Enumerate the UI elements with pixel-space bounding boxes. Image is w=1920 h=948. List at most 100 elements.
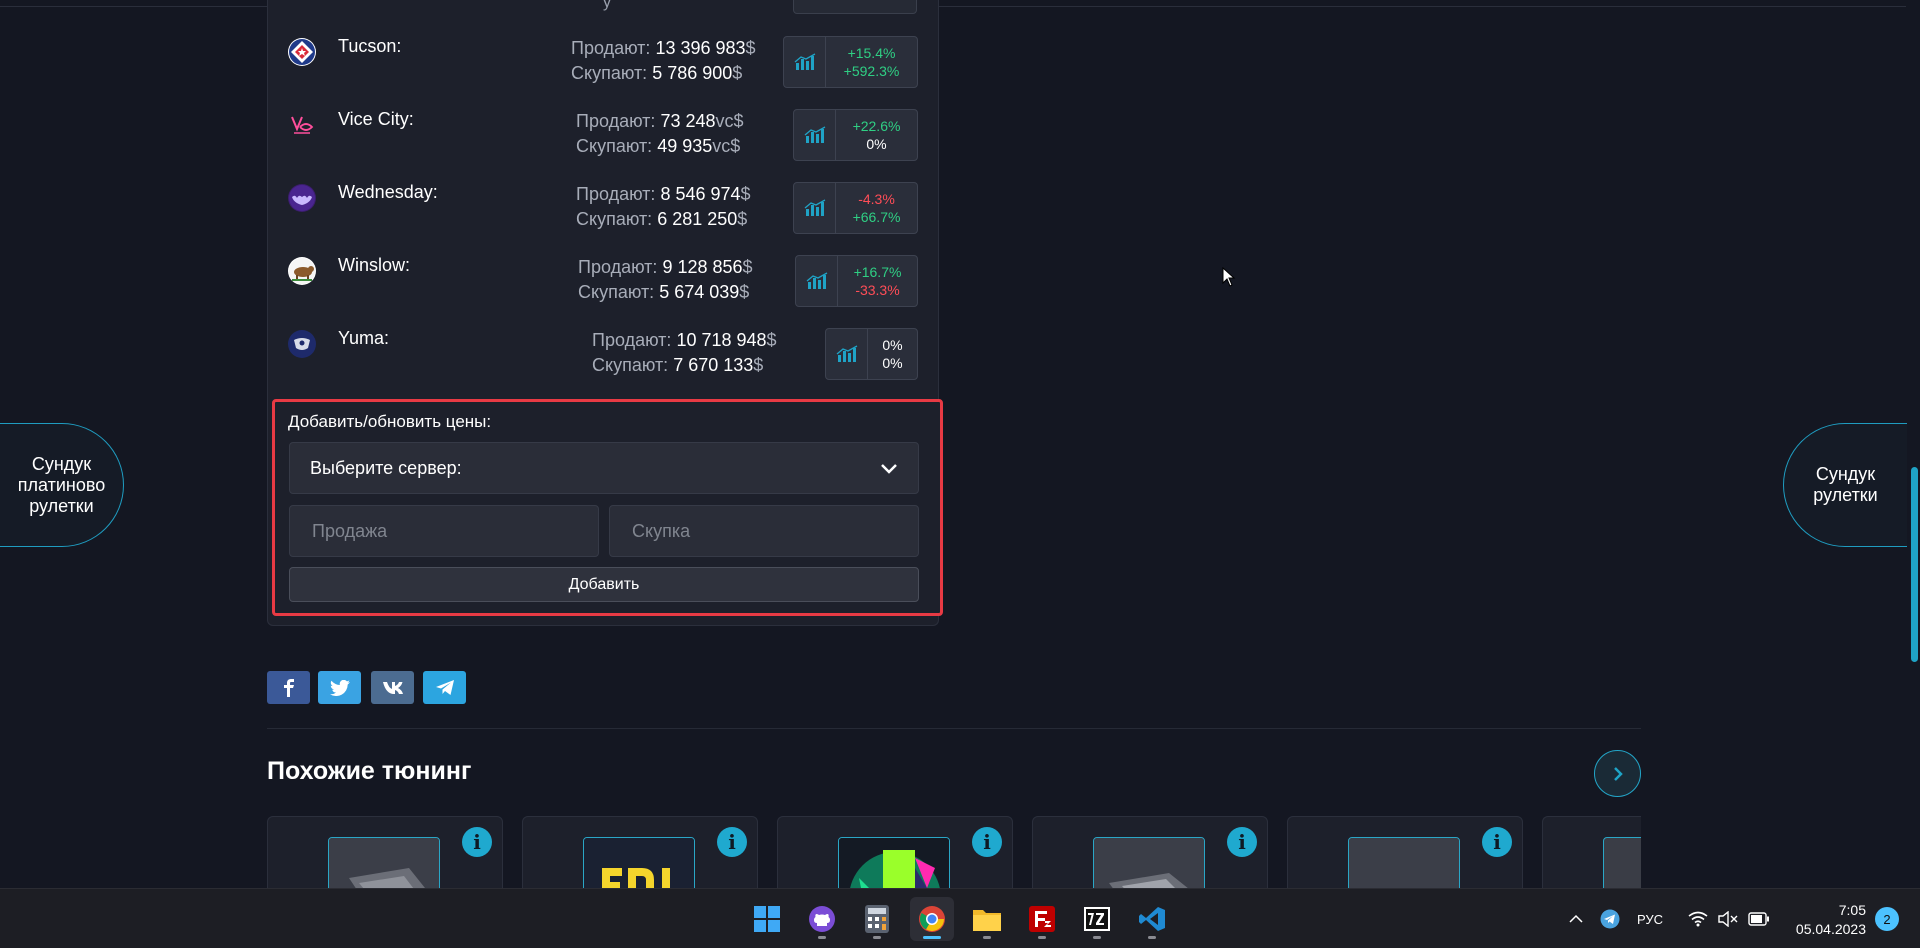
chevron-down-icon [881, 464, 897, 474]
tray-battery[interactable] [1748, 889, 1770, 948]
price-chart-button[interactable]: 0% 0% [825, 328, 918, 380]
chevron-up-icon [1569, 914, 1583, 923]
price-chart-button[interactable]: +22.6% 0% [793, 109, 918, 161]
filezilla-icon [1029, 906, 1055, 932]
running-indicator [1038, 936, 1046, 939]
side-right-label: Сундук рулетки [1813, 464, 1878, 505]
section-divider [267, 728, 1641, 729]
wednesday-bat-icon [288, 184, 316, 212]
info-icon[interactable]: i [1482, 827, 1512, 857]
page-scrollbar[interactable] [1908, 0, 1920, 888]
mouse-cursor-icon [1222, 267, 1236, 287]
notification-badge[interactable]: 2 [1875, 907, 1899, 931]
buy-change: 0% [882, 355, 903, 371]
sell-value: 13 396 983 [655, 38, 746, 58]
taskbar-clock[interactable]: 7:05 05.04.2023 [1786, 901, 1866, 939]
bar-chart-icon [784, 37, 826, 87]
buy-price-input[interactable] [609, 505, 919, 557]
server-name: Winslow: [338, 255, 411, 275]
running-indicator [818, 936, 826, 939]
chevron-right-icon [1613, 766, 1623, 781]
carousel-next-button[interactable] [1594, 750, 1641, 797]
vk-share-button[interactable] [371, 671, 414, 704]
bar-chart-icon [826, 329, 868, 379]
price-chart-button[interactable]: +15.4% +592.3% [783, 36, 918, 88]
price-chart-button[interactable]: -4.3% +66.7% [793, 182, 918, 234]
currency: $ [737, 209, 748, 229]
taskbar-calculator[interactable] [855, 897, 899, 941]
currency: $ [732, 63, 743, 83]
taskbar-filezilla[interactable] [1020, 897, 1064, 941]
buy-change: -33.3% [855, 282, 900, 298]
buy-label: Скупают: [571, 63, 648, 83]
7zip-icon [1084, 907, 1110, 931]
facebook-share-button[interactable] [267, 671, 310, 704]
sell-label: Продают: [571, 38, 651, 58]
start-button[interactable] [745, 897, 789, 941]
folder-icon [973, 910, 1001, 931]
wifi-icon [1688, 911, 1708, 927]
add-price-form: Добавить/обновить цены: Выберите сервер:… [272, 399, 943, 616]
vice-city-logo-icon [288, 111, 316, 139]
vk-icon [382, 681, 403, 694]
server-select[interactable]: Выберите сервер: [289, 442, 919, 494]
currency: $ [740, 184, 751, 204]
running-indicator [873, 936, 881, 939]
tray-volume[interactable] [1718, 889, 1738, 948]
sell-change: 0% [882, 337, 903, 353]
sell-change: +15.4% [847, 45, 896, 61]
currency: $ [745, 38, 756, 58]
buy-label: Скупают: [578, 282, 655, 302]
yuma-seal-icon [288, 330, 316, 358]
cut-off-stat-box[interactable] [793, 0, 917, 14]
info-icon[interactable]: i [1227, 827, 1257, 857]
taskbar-chrome[interactable] [910, 897, 954, 941]
tray-wifi[interactable] [1688, 889, 1708, 948]
server-row-yuma: Yuma: Продают: 10 718 948$ Скупают: 7 67… [268, 328, 938, 401]
buy-change: 0% [866, 136, 887, 152]
taskbar-vscode[interactable] [1130, 897, 1174, 941]
taskbar-file-explorer[interactable] [965, 897, 1009, 941]
server-prices: Продают: 8 546 974$ Скупают: 6 281 250$ [576, 182, 751, 232]
tray-telegram[interactable] [1600, 889, 1620, 948]
facebook-icon [283, 678, 294, 697]
currency: $ [739, 282, 750, 302]
taskbar-github-desktop[interactable] [800, 897, 844, 941]
side-left-label: Сундук платиново рулетки [17, 453, 106, 516]
similar-tuning-title: Похожие тюнинг [267, 757, 472, 785]
info-icon[interactable]: i [462, 827, 492, 857]
currency: $ [742, 257, 753, 277]
add-button[interactable]: Добавить [289, 567, 919, 602]
winslow-bear-icon [288, 257, 316, 285]
twitter-share-button[interactable] [318, 671, 361, 704]
currency: $ [753, 355, 764, 375]
sell-price-input[interactable] [289, 505, 599, 557]
language-indicator[interactable]: РУС [1637, 889, 1663, 948]
sell-value: 9 128 856 [662, 257, 743, 277]
info-icon[interactable]: i [717, 827, 747, 857]
server-name: Yuma: [338, 328, 390, 348]
tray-overflow-button[interactable] [1568, 889, 1584, 948]
chest-roulette-button[interactable]: Сундук рулетки [1783, 423, 1907, 547]
clock-time: 7:05 [1838, 902, 1866, 918]
running-indicator [1093, 936, 1101, 939]
cut-off-text: y [603, 0, 611, 11]
scrollbar-thumb[interactable] [1911, 467, 1918, 662]
bar-chart-icon [796, 256, 838, 306]
telegram-tray-icon [1600, 909, 1620, 929]
taskbar-7zip[interactable] [1075, 897, 1119, 941]
sell-value: 10 718 948 [676, 330, 767, 350]
active-indicator [923, 936, 941, 939]
server-prices: Продают: 73 248vc$ Скупают: 49 935vc$ [576, 109, 744, 159]
battery-icon [1748, 912, 1769, 926]
price-chart-button[interactable]: +16.7% -33.3% [795, 255, 918, 307]
running-indicator [1148, 936, 1156, 939]
form-title: Добавить/обновить цены: [288, 412, 492, 431]
bar-chart-icon [794, 110, 836, 160]
platinum-chest-roulette-button[interactable]: Сундук платиново рулетки [0, 423, 124, 547]
buy-value: 7 670 133 [673, 355, 754, 375]
info-icon[interactable]: i [972, 827, 1002, 857]
server-prices: Продают: 13 396 983$ Скупают: 5 786 900$ [571, 36, 756, 86]
sell-change: -4.3% [858, 191, 895, 207]
telegram-share-button[interactable] [423, 671, 466, 704]
